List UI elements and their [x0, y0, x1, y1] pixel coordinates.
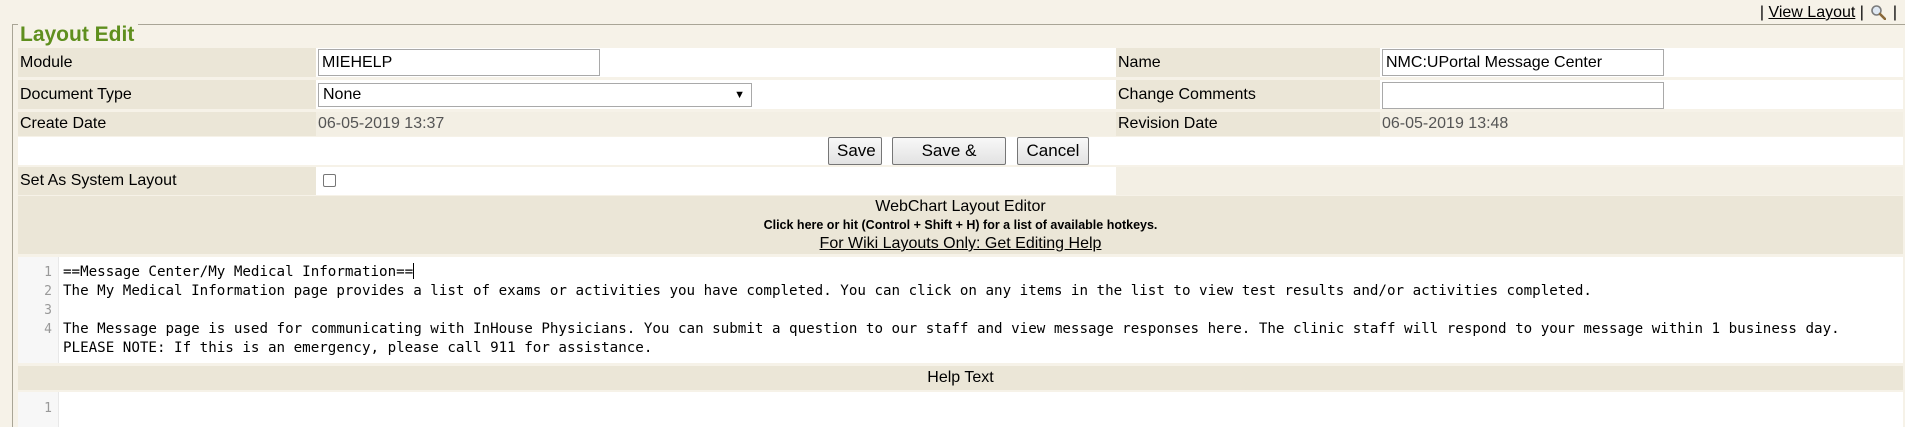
- top-links: | View Layout | |: [1760, 4, 1897, 22]
- editor-title: WebChart Layout Editor: [875, 198, 1046, 215]
- document-type-label: Document Type: [18, 80, 316, 109]
- name-cell: [1380, 48, 1903, 77]
- line-text: The Message page is used for communicati…: [63, 321, 1849, 356]
- magnifier-icon[interactable]: [1870, 4, 1887, 20]
- layout-code-editor[interactable]: 1 ==Message Center/My Medical Informatio…: [18, 257, 1903, 363]
- module-input[interactable]: [318, 49, 600, 76]
- revision-date-value: 06-05-2019 13:48: [1380, 112, 1903, 136]
- system-layout-checkbox[interactable]: [323, 174, 336, 187]
- help-text-header: Help Text: [18, 366, 1903, 390]
- form-row-system-layout: Set As System Layout: [18, 167, 1903, 195]
- line-number: 1: [44, 265, 52, 280]
- system-layout-label: Set As System Layout: [18, 167, 316, 195]
- separator: |: [1892, 4, 1897, 21]
- save-and-close-button[interactable]: Save & Close: [892, 137, 1006, 186]
- line-number: 3: [44, 303, 52, 318]
- wiki-help-link[interactable]: For Wiki Layouts Only: Get Editing Help: [18, 234, 1903, 253]
- line-text: The My Medical Information page provides…: [63, 283, 1592, 299]
- view-layout-link[interactable]: View Layout: [1768, 4, 1855, 21]
- create-date-label: Create Date: [18, 112, 316, 136]
- line-number: 2: [44, 284, 52, 299]
- document-type-value: None: [323, 86, 362, 103]
- form-row-doctype: Document Type None ▼ Change Comments: [18, 80, 1903, 109]
- name-label: Name: [1116, 48, 1380, 77]
- document-type-cell: None ▼: [316, 80, 1116, 109]
- line-text: ==Message Center/My Medical Information=…: [63, 264, 414, 280]
- line-number: 4: [44, 322, 52, 337]
- separator: |: [1759, 4, 1764, 21]
- dropdown-arrow-icon: ▼: [734, 89, 745, 101]
- revision-date-label: Revision Date: [1116, 112, 1380, 136]
- module-label: Module: [18, 48, 316, 77]
- form-row-dates: Create Date 06-05-2019 13:37 Revision Da…: [18, 112, 1903, 136]
- change-comments-input[interactable]: [1382, 82, 1664, 109]
- document-type-select[interactable]: None ▼: [318, 83, 752, 107]
- change-comments-label: Change Comments: [1116, 80, 1380, 109]
- name-input[interactable]: [1382, 49, 1664, 76]
- separator: |: [1859, 4, 1864, 21]
- help-text-editor[interactable]: 1: [18, 392, 1903, 427]
- cancel-button[interactable]: Cancel: [1017, 137, 1089, 165]
- panel-title: Layout Edit: [18, 23, 139, 47]
- empty-cell: [1116, 167, 1903, 195]
- line-number: 1: [44, 401, 52, 416]
- save-button[interactable]: Save: [828, 137, 882, 165]
- create-date-value: 06-05-2019 13:37: [316, 112, 1116, 136]
- editor-header: WebChart Layout Editor Click here or hit…: [18, 196, 1903, 254]
- change-comments-cell: [1380, 80, 1903, 109]
- button-row: Save Save & Close Cancel: [18, 137, 1903, 186]
- text-cursor: [413, 263, 415, 279]
- hotkeys-link[interactable]: Click here or hit (Control + Shift + H) …: [18, 217, 1903, 234]
- system-layout-cell: [316, 167, 1116, 195]
- module-cell: [316, 48, 1134, 77]
- form-row-module: Module Name: [18, 48, 1903, 77]
- help-text-title: Help Text: [927, 369, 994, 386]
